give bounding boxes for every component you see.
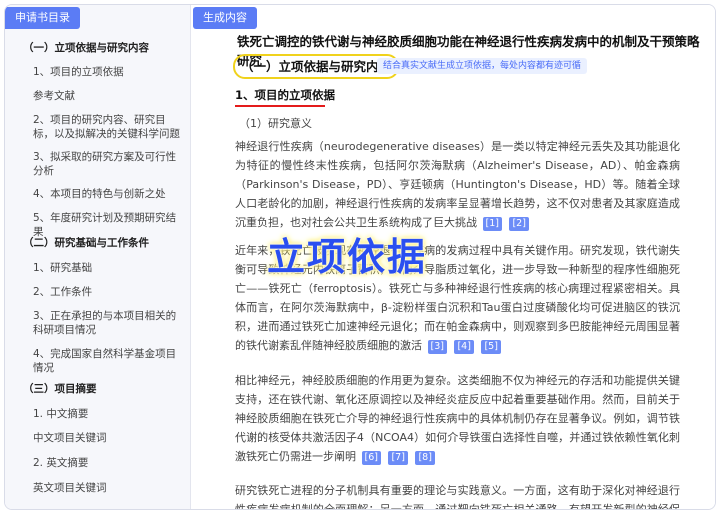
outline-sidebar: 申请书目录 （一）立项依据与研究内容 1、项目的立项依据 参考文献 2、项目的研究内容…	[5, 5, 191, 509]
citation-link[interactable]: [1]	[482, 217, 502, 231]
citation-link[interactable]: [4]	[454, 340, 474, 354]
section-heading: （一）立项依据与研究内容	[233, 54, 400, 79]
outline-sub-item[interactable]: 中文项目关键词	[5, 431, 191, 445]
paragraph-text: 相比神经元，神经胶质细胞的作用更为复杂。这类细胞不仅为神经元的存活和功能提供关键…	[235, 374, 680, 463]
paragraph-4: 研究铁死亡进程的分子机制具有重要的理论与实践意义。一方面，这有助于深化对神经退行…	[235, 481, 680, 509]
generated-content-tab[interactable]: 生成内容	[193, 7, 257, 29]
red-underline	[235, 105, 325, 107]
paragraph-label: （1）研究意义	[239, 117, 312, 130]
outline-sub-item[interactable]: 1、研究基础	[5, 261, 191, 275]
outline-sub-item[interactable]: 4、完成国家自然科学基金项目情况	[5, 347, 191, 375]
outline-sub-item[interactable]: 3、正在承担的与本项目相关的科研项目情况	[5, 309, 191, 337]
outline-sub-item[interactable]: 4、本项目的特色与创新之处	[5, 187, 191, 201]
outline-sub-item[interactable]: 英文项目关键词	[5, 481, 191, 495]
paragraph-1: 神经退行性疾病（neurodegenerative diseases）是一类以特…	[235, 137, 680, 232]
outline-sub-item[interactable]: 参考文献	[5, 89, 191, 103]
citation-link[interactable]: [7]	[388, 451, 408, 465]
sub-heading: 1、项目的立项依据	[235, 88, 336, 102]
citation-link[interactable]: [6]	[361, 451, 381, 465]
outline-tab[interactable]: 申请书目录	[5, 7, 80, 29]
citation-link[interactable]: [3]	[427, 340, 447, 354]
overlay-caption: 立项依据	[267, 235, 428, 279]
citation-link[interactable]: [8]	[415, 451, 435, 465]
outline-sub-item[interactable]: 2、工作条件	[5, 285, 191, 299]
outline-sub-item[interactable]: 2. 英文摘要	[5, 456, 191, 470]
citation-link[interactable]: [5]	[481, 340, 501, 354]
paragraph-text: 研究铁死亡进程的分子机制具有重要的理论与实践意义。一方面，这有助于深化对神经退行…	[235, 484, 680, 509]
outline-section-item[interactable]: （二）研究基础与工作条件	[5, 236, 191, 250]
outline-sub-item[interactable]: 1. 中文摘要	[5, 407, 191, 421]
hint-badge: 结合真实文献生成立项依据，每处内容都有迹可循	[377, 58, 588, 74]
outline-sub-item[interactable]: 5、年度研究计划及预期研究结果	[5, 211, 191, 239]
outline-section-item[interactable]: （一）立项依据与研究内容	[5, 41, 191, 55]
paragraph-3: 相比神经元，神经胶质细胞的作用更为复杂。这类细胞不仅为神经元的存活和功能提供关键…	[235, 371, 680, 466]
app-window: 申请书目录 （一）立项依据与研究内容 1、项目的立项依据 参考文献 2、项目的研究内容…	[4, 4, 716, 510]
paragraph-text: 神经退行性疾病（neurodegenerative diseases）是一类以特…	[235, 140, 680, 229]
outline-sub-item[interactable]: 2、项目的研究内容、研究目标，以及拟解决的关键科学问题	[5, 113, 191, 141]
outline-section-item[interactable]: （三）项目摘要	[5, 382, 191, 396]
outline-sub-item[interactable]: 3、拟采取的研究方案及可行性分析	[5, 150, 191, 178]
citation-link[interactable]: [2]	[509, 217, 529, 231]
outline-sub-item[interactable]: 1、项目的立项依据	[5, 65, 191, 79]
